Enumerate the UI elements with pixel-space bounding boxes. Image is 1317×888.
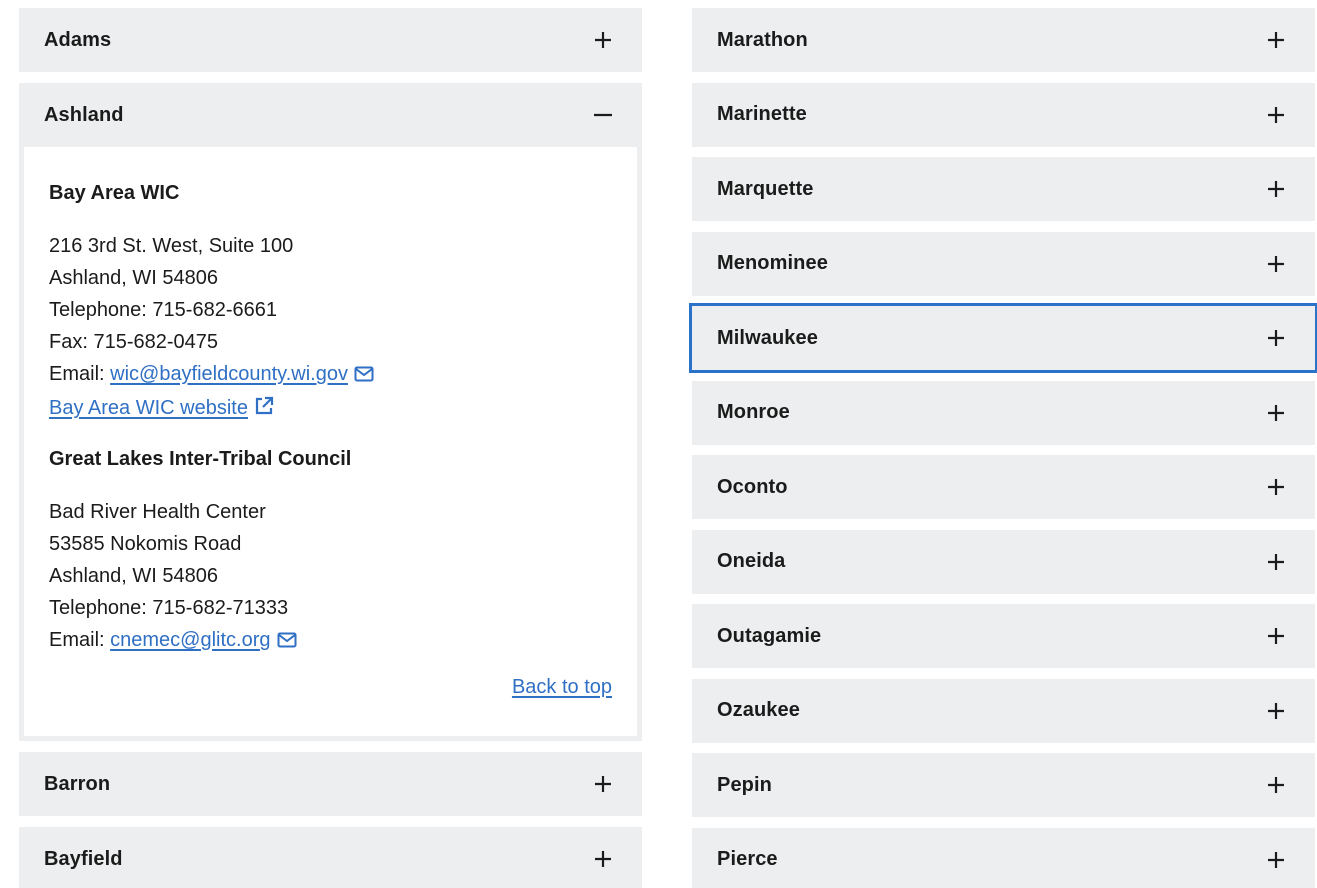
accordion-item-outagamie: Outagamie (692, 604, 1315, 668)
accordion-item-oneida: Oneida (692, 529, 1315, 594)
accordion-button-pierce[interactable]: Pierce (692, 827, 1315, 888)
org-name: Great Lakes Inter-Tribal Council (49, 448, 352, 470)
external-link-icon (254, 394, 274, 426)
website-line: Bay Area WIC website (49, 392, 612, 426)
accordion-item-pierce: Pierce (692, 827, 1315, 888)
accordion-button-barron[interactable]: Barron (19, 752, 642, 816)
envelope-icon (354, 360, 374, 392)
accordion-title: Pierce (717, 848, 778, 870)
org-details: Bad River Health Center 53585 Nokomis Ro… (49, 496, 612, 658)
accordion-title: Oconto (717, 475, 788, 498)
accordion-item-ashland: Ashland Bay Area WIC 216 3rd St. West, S… (19, 83, 642, 741)
address-line: 53585 Nokomis Road (49, 533, 242, 555)
back-to-top-link[interactable]: Back to top (512, 676, 612, 698)
email-label: Email: (49, 363, 111, 385)
plus-icon (1266, 328, 1286, 348)
accordion-title: Oneida (717, 550, 786, 572)
accordion-button-pepin[interactable]: Pepin (692, 753, 1315, 817)
plus-icon (1266, 30, 1286, 50)
plus-icon (1266, 403, 1286, 423)
accordion-item-barron: Barron (19, 752, 642, 816)
accordion-item-bayfield: Bayfield (19, 827, 642, 888)
fax: Fax: 715-682-0475 (49, 331, 219, 353)
accordion-button-oneida[interactable]: Oneida (692, 529, 1315, 594)
telephone: Telephone: 715-682-71333 (49, 597, 289, 619)
telephone: Telephone: 715-682-6661 (49, 299, 277, 321)
accordion-button-bayfield[interactable]: Bayfield (19, 827, 642, 888)
accordion-item-adams: Adams (19, 8, 642, 72)
envelope-icon (277, 626, 297, 658)
org-details: 216 3rd St. West, Suite 100 Ashland, WI … (49, 230, 612, 426)
address-line: 216 3rd St. West, Suite 100 (49, 235, 294, 257)
accordion-button-ozaukee[interactable]: Ozaukee (692, 678, 1315, 743)
plus-icon (593, 849, 613, 869)
plus-icon (593, 774, 613, 794)
accordion-button-adams[interactable]: Adams (19, 8, 642, 72)
email-link[interactable]: cnemec@glitc.org (110, 629, 270, 651)
address-line: Ashland, WI 54806 (49, 267, 218, 289)
plus-icon (1266, 105, 1286, 125)
accordion-button-milwaukee[interactable]: Milwaukee (689, 303, 1317, 373)
email-line: Email: cnemec@glitc.org (49, 624, 612, 658)
accordion-button-monroe[interactable]: Monroe (692, 380, 1315, 445)
accordion-title: Marathon (717, 28, 808, 51)
accordion-button-menominee[interactable]: Menominee (692, 231, 1315, 296)
accordion-left: Adams Ashland Bay Area WIC 216 3rd St. W… (19, 8, 642, 888)
website-link[interactable]: Bay Area WIC website (49, 397, 248, 419)
accordion-button-marinette[interactable]: Marinette (692, 82, 1315, 147)
accordion-item-milwaukee: Milwaukee (689, 303, 1317, 373)
org-name: Bay Area WIC (49, 182, 180, 204)
address-line: Bad River Health Center (49, 501, 266, 523)
accordion-panel-ashland: Bay Area WIC 216 3rd St. West, Suite 100… (19, 147, 642, 741)
accordion-title: Bayfield (44, 847, 123, 870)
accordion-item-marinette: Marinette (692, 82, 1315, 147)
accordion-title: Ashland (44, 103, 124, 126)
accordion-title: Milwaukee (717, 326, 818, 349)
plus-icon (1266, 701, 1286, 721)
accordion-item-marquette: Marquette (692, 157, 1315, 221)
accordion-title: Pepin (717, 773, 772, 796)
accordion-title: Marquette (717, 177, 814, 200)
plus-icon (1266, 254, 1286, 274)
plus-icon (1266, 775, 1286, 795)
accordion-item-ozaukee: Ozaukee (692, 678, 1315, 743)
plus-icon (1266, 179, 1286, 199)
accordion-button-oconto[interactable]: Oconto (692, 455, 1315, 519)
accordion-button-marquette[interactable]: Marquette (692, 157, 1315, 221)
plus-icon (1266, 626, 1286, 646)
plus-icon (1266, 552, 1286, 572)
email-line: Email: wic@bayfieldcounty.wi.gov (49, 358, 612, 392)
email-label: Email: (49, 629, 111, 651)
accordion-item-menominee: Menominee (692, 231, 1315, 296)
accordion-title: Outagamie (717, 624, 822, 647)
accordion-title: Marinette (717, 103, 807, 125)
accordion-title: Barron (44, 772, 111, 795)
accordion-right: Marathon Marinette Marquette Menominee Milwa… (689, 8, 1317, 888)
plus-icon (1266, 477, 1286, 497)
accordion-title: Monroe (717, 401, 790, 423)
accordion-button-marathon[interactable]: Marathon (692, 8, 1315, 72)
accordion-title: Menominee (717, 252, 828, 274)
minus-icon (593, 105, 613, 125)
address-line: Ashland, WI 54806 (49, 565, 218, 587)
accordion-item-oconto: Oconto (692, 455, 1315, 519)
email-link[interactable]: wic@bayfieldcounty.wi.gov (110, 363, 348, 385)
accordion-item-marathon: Marathon (692, 8, 1315, 72)
accordion-item-monroe: Monroe (692, 380, 1315, 445)
accordion-button-outagamie[interactable]: Outagamie (692, 604, 1315, 668)
accordion-button-ashland[interactable]: Ashland (19, 83, 642, 147)
back-to-top-row: Back to top (49, 671, 612, 703)
accordion-title: Adams (44, 28, 112, 51)
accordion-item-pepin: Pepin (692, 753, 1315, 817)
plus-icon (593, 30, 613, 50)
plus-icon (1266, 850, 1286, 870)
accordion-title: Ozaukee (717, 699, 800, 721)
